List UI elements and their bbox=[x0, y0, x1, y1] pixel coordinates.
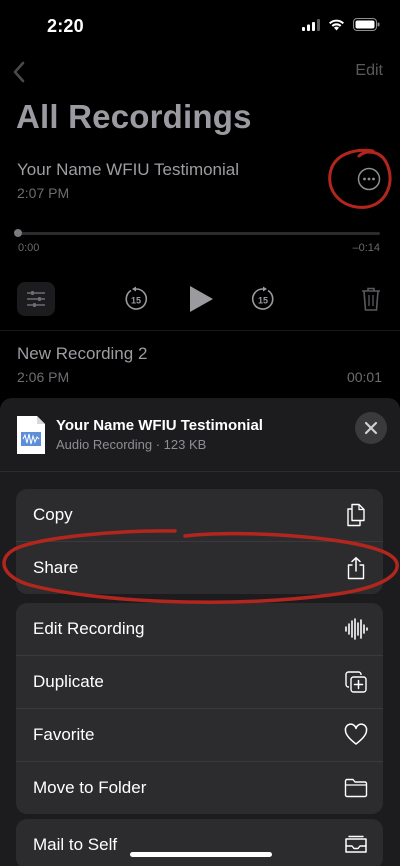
skip-forward-15-icon[interactable]: 15 bbox=[250, 286, 276, 312]
scrubber-handle[interactable] bbox=[14, 229, 22, 237]
status-time: 2:20 bbox=[47, 16, 84, 36]
sheet-title: Your Name WFIU Testimonial bbox=[56, 417, 263, 434]
waveform-icon bbox=[345, 618, 368, 640]
copy-icon bbox=[347, 503, 365, 527]
edit-button[interactable]: Edit bbox=[355, 62, 383, 80]
play-icon[interactable] bbox=[187, 284, 215, 314]
navigation-bar: Edit bbox=[0, 56, 400, 90]
cellular-signal-icon bbox=[302, 18, 320, 31]
menu-item-favorite[interactable]: Favorite bbox=[16, 709, 383, 762]
sliders-icon bbox=[27, 291, 45, 307]
share-icon bbox=[347, 557, 365, 580]
playback-controls: 15 15 bbox=[0, 280, 400, 324]
playback-settings-button[interactable] bbox=[17, 282, 55, 316]
status-bar: 2:20 bbox=[0, 0, 400, 54]
close-button[interactable] bbox=[355, 412, 387, 444]
recording-name: New Recording 2 bbox=[17, 344, 148, 363]
back-chevron-icon[interactable] bbox=[8, 58, 32, 86]
close-icon bbox=[364, 421, 378, 435]
recording-item[interactable]: New Recording 2 2:06 PM 00:01 bbox=[0, 331, 400, 396]
menu-item-label: Move to Folder bbox=[33, 778, 147, 797]
skip-back-15-icon[interactable]: 15 bbox=[123, 286, 149, 312]
menu-item-move-to-folder[interactable]: Move to Folder bbox=[16, 762, 383, 814]
menu-item-label: Favorite bbox=[33, 725, 95, 744]
recording-name: Your Name WFIU Testimonial bbox=[17, 160, 240, 179]
recording-date: 2:06 PM bbox=[17, 369, 70, 385]
action-group-1: Copy Share bbox=[16, 489, 383, 594]
audio-file-icon bbox=[17, 416, 45, 454]
action-group-3: Mail to Self bbox=[16, 819, 383, 866]
playback-scrubber[interactable] bbox=[14, 229, 380, 237]
menu-item-label: Duplicate bbox=[33, 672, 104, 691]
battery-icon bbox=[353, 18, 380, 31]
trash-icon[interactable] bbox=[360, 286, 382, 312]
action-sheet: Your Name WFIU Testimonial Audio Recordi… bbox=[0, 398, 400, 866]
page-title: All Recordings bbox=[16, 98, 252, 135]
wifi-icon bbox=[329, 19, 344, 30]
sheet-subtitle: Audio Recording · 123 KB bbox=[56, 437, 207, 452]
skip-back-label: 15 bbox=[131, 296, 141, 306]
recording-item-expanded[interactable]: Your Name WFIU Testimonial 2:07 PM 0:00 … bbox=[0, 146, 400, 330]
action-group-2: Edit Recording Duplicate Favorite Move t… bbox=[16, 603, 383, 814]
menu-item-label: Edit Recording bbox=[33, 619, 145, 638]
heart-icon bbox=[344, 723, 368, 745]
folder-icon bbox=[344, 778, 368, 798]
mail-icon bbox=[345, 835, 367, 853]
home-indicator[interactable] bbox=[130, 852, 272, 857]
menu-item-copy[interactable]: Copy bbox=[16, 489, 383, 542]
menu-item-duplicate[interactable]: Duplicate bbox=[16, 656, 383, 709]
menu-item-edit-recording[interactable]: Edit Recording bbox=[16, 603, 383, 656]
remaining-time: –0:14 bbox=[352, 242, 380, 254]
more-options-icon[interactable] bbox=[357, 167, 381, 191]
status-icons bbox=[302, 18, 380, 31]
action-sheet-header: Your Name WFIU Testimonial Audio Recordi… bbox=[0, 398, 400, 472]
recording-duration: 00:01 bbox=[346, 369, 382, 385]
duplicate-icon bbox=[345, 671, 367, 693]
elapsed-time: 0:00 bbox=[18, 242, 40, 254]
menu-item-share[interactable]: Share bbox=[16, 542, 383, 594]
recording-date: 2:07 PM bbox=[17, 185, 70, 201]
menu-item-label: Copy bbox=[33, 505, 73, 524]
menu-item-label: Mail to Self bbox=[33, 835, 118, 854]
menu-item-mail-to-self[interactable]: Mail to Self bbox=[16, 819, 383, 866]
menu-item-label: Share bbox=[33, 558, 79, 577]
skip-forward-label: 15 bbox=[258, 296, 268, 306]
